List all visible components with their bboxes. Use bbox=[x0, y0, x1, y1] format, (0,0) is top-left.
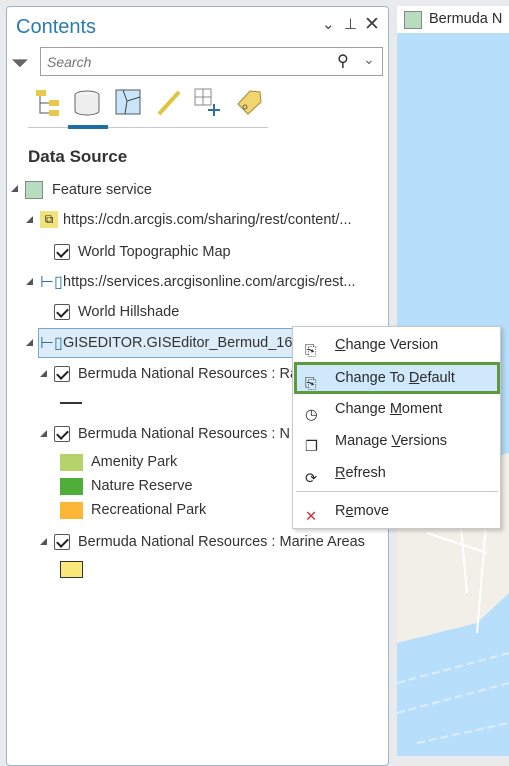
context-menu: ⎘ Change Version ⎘ Change To Default ◷ Chan… bbox=[292, 326, 501, 529]
filter-icon[interactable]: ⏷ bbox=[11, 50, 29, 76]
collapse-arrow-icon[interactable] bbox=[40, 370, 47, 377]
map-icon bbox=[404, 11, 422, 29]
search-icon[interactable]: ⚲ bbox=[337, 51, 349, 71]
section-heading: Data Source bbox=[28, 147, 128, 166]
tree-item-layer-marine[interactable]: Bermuda National Resources : Marine Area… bbox=[78, 531, 365, 553]
change-version-icon: ⎘ bbox=[305, 376, 317, 392]
checkbox[interactable] bbox=[54, 244, 70, 260]
dropdown-chevron-icon[interactable]: ⌄ bbox=[363, 51, 375, 68]
checkbox[interactable] bbox=[54, 366, 70, 382]
tree-item-world-hillshade[interactable]: World Hillshade bbox=[78, 301, 179, 323]
tree-item-cdn-service[interactable]: https://cdn.arcgis.com/sharing/rest/cont… bbox=[63, 209, 352, 231]
database-connection-icon: ⊢▯ bbox=[40, 335, 63, 352]
list-by-snapping-icon[interactable] bbox=[194, 88, 224, 118]
refresh-icon: ⟳ bbox=[305, 471, 318, 487]
legend-label: Recreational Park bbox=[91, 502, 207, 518]
map-icon bbox=[25, 181, 43, 199]
pane-title: Contents bbox=[16, 16, 97, 38]
legend-swatch bbox=[60, 478, 83, 495]
tree-item-giseditor-version[interactable]: GISEDITOR.GISEditor_Bermud_169 bbox=[63, 332, 300, 354]
change-version-icon: ⎘ bbox=[305, 343, 317, 359]
menu-item-manage-versions[interactable]: ❐ Manage Versions bbox=[294, 426, 500, 456]
menu-item-remove[interactable]: ✕ Remove bbox=[294, 496, 500, 526]
tree-item-layer-roads[interactable]: Bermuda National Resources : Ra bbox=[78, 363, 298, 385]
list-by-selection-icon[interactable] bbox=[114, 88, 144, 118]
menu-item-change-version[interactable]: ⎘ Change Version bbox=[294, 330, 500, 360]
options-chevron-icon[interactable]: ⌄ bbox=[322, 15, 335, 33]
collapse-arrow-icon[interactable] bbox=[26, 216, 33, 223]
menu-item-change-to-default[interactable]: ⎘ Change To Default bbox=[294, 362, 500, 394]
tab-divider bbox=[28, 127, 268, 128]
pin-icon[interactable]: ⊥ bbox=[344, 15, 357, 33]
menu-item-change-moment[interactable]: ◷ Change Moment bbox=[294, 394, 500, 424]
tree-item-arcgisonline-service[interactable]: https://services.arcgisonline.com/arcgis… bbox=[63, 271, 356, 293]
menu-separator bbox=[296, 491, 498, 492]
collapse-arrow-icon[interactable] bbox=[26, 339, 33, 346]
legend-label: Nature Reserve bbox=[91, 478, 193, 494]
service-layer-icon: ⧉ bbox=[40, 211, 58, 228]
line-symbol bbox=[60, 402, 82, 404]
tree-item-layer-nature[interactable]: Bermuda National Resources : N bbox=[78, 423, 290, 445]
collapse-arrow-icon[interactable] bbox=[40, 430, 47, 437]
list-by-drawing-order-icon[interactable] bbox=[35, 88, 65, 118]
database-connection-icon: ⊢▯ bbox=[40, 274, 63, 291]
clock-icon: ◷ bbox=[305, 407, 318, 423]
checkbox[interactable] bbox=[54, 426, 70, 442]
search-input[interactable] bbox=[47, 54, 327, 70]
legend-swatch bbox=[60, 454, 83, 471]
tree-item-feature-service[interactable]: Feature service bbox=[52, 179, 152, 201]
list-by-data-source-icon[interactable] bbox=[73, 88, 103, 118]
map-tab-label: Bermuda N bbox=[429, 11, 503, 27]
collapse-arrow-icon[interactable] bbox=[26, 278, 33, 285]
list-by-labeling-icon[interactable] bbox=[234, 88, 264, 118]
collapse-arrow-icon[interactable] bbox=[40, 538, 47, 545]
search-box[interactable]: ⚲ ⌄ bbox=[40, 47, 383, 76]
close-icon[interactable]: ✕ bbox=[364, 13, 380, 36]
remove-icon: ✕ bbox=[305, 509, 318, 525]
list-by-editing-icon[interactable] bbox=[155, 88, 185, 118]
checkbox[interactable] bbox=[54, 534, 70, 550]
legend-label: Amenity Park bbox=[91, 454, 178, 470]
tree-item-world-topographic[interactable]: World Topographic Map bbox=[78, 241, 231, 263]
collapse-arrow-icon[interactable] bbox=[11, 185, 18, 192]
manage-versions-icon: ❐ bbox=[305, 439, 318, 455]
legend-swatch bbox=[60, 502, 83, 519]
map-tab[interactable]: Bermuda N bbox=[397, 6, 509, 33]
legend-swatch bbox=[60, 561, 83, 578]
checkbox[interactable] bbox=[54, 304, 70, 320]
menu-item-refresh[interactable]: ⟳ Refresh bbox=[294, 458, 500, 488]
active-tab-indicator bbox=[68, 125, 108, 129]
